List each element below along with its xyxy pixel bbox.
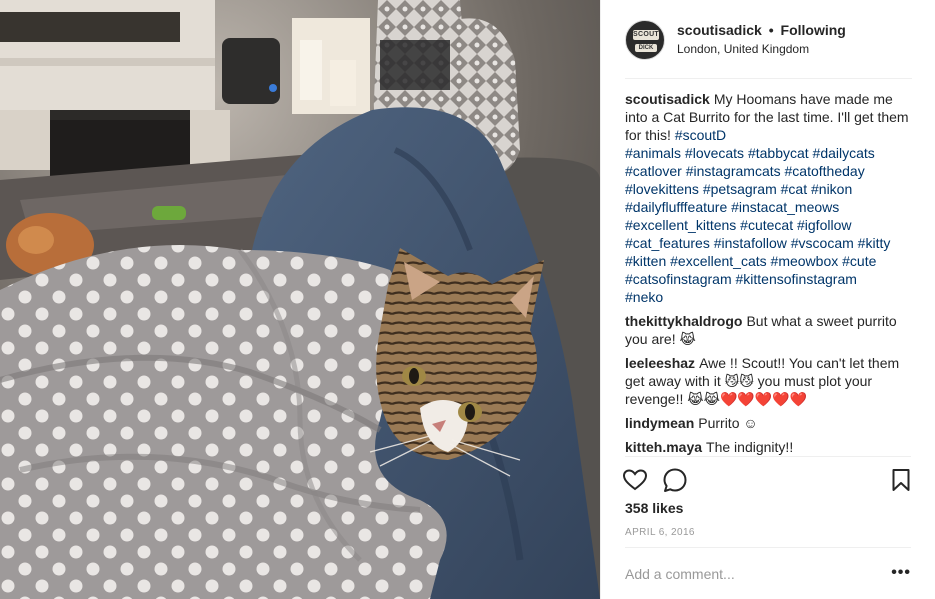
following-button[interactable]: Following [781,22,846,38]
avatar[interactable]: SCOUT DICK [625,19,665,60]
bookmark-icon[interactable] [887,466,915,494]
comment-username-link[interactable]: lindymean [625,415,694,431]
hashtag-line[interactable]: #lovekittens #petsagram #cat #nikon [625,180,917,198]
caption-username-link[interactable]: scoutisadick [625,91,710,107]
post-header: SCOUT DICK scoutisadick • Following Lond… [601,0,935,79]
hashtag-line[interactable]: #cat_features #instafollow #vscocam #kit… [625,234,917,252]
header-divider [625,78,912,79]
action-bar [621,466,917,494]
header-top-line: scoutisadick • Following [677,21,846,39]
header-text: scoutisadick • Following London, United … [677,21,846,58]
hashtag-line[interactable]: #neko [625,288,917,306]
comment-text: Purrito ☺ [698,415,758,431]
hashtag-line[interactable]: #catlover #instagramcats #catoftheday [625,162,917,180]
comment-username-link[interactable]: kitteh.maya [625,439,702,455]
header-username-link[interactable]: scoutisadick [677,22,762,38]
instagram-post: SCOUT DICK scoutisadick • Following Lond… [0,0,935,599]
post-date[interactable]: APRIL 6, 2016 [625,527,695,538]
comment-item: lindymean Purrito ☺ [625,414,917,432]
actions-divider [625,456,911,457]
caption-first-tag[interactable]: #scoutD [675,127,726,143]
location-link[interactable]: London, United Kingdom [677,40,846,58]
avatar-text-top: SCOUT [633,29,659,40]
comment-username-link[interactable]: leeleeshaz [625,355,695,371]
hashtag-line[interactable]: #excellent_kittens #cutecat #igfollow [625,216,917,234]
comment-icon[interactable] [661,466,689,494]
hashtag-line[interactable]: #kitten #excellent_cats #meowbox #cute [625,252,917,270]
comment-item: leeleeshaz Awe !! Scout!! You can't let t… [625,354,917,408]
add-comment-section: ••• [625,547,911,599]
comment-username-link[interactable]: thekittykhaldrogo [625,313,742,329]
more-options-button[interactable]: ••• [891,565,911,581]
avatar-text-bottom: DICK [635,43,657,52]
hashtag-line[interactable]: #catsofinstagram #kittensofinstagram [625,270,917,288]
comment-item: thekittykhaldrogo But what a sweet purrit… [625,312,917,348]
heart-icon[interactable] [621,466,649,494]
post-photo[interactable] [0,0,600,599]
add-comment-input[interactable] [625,565,885,582]
likes-count[interactable]: 358 likes [625,500,683,516]
caption: scoutisadick My Hoomans have made me into… [625,90,917,306]
comment-item: kitteh.maya The indignity!! [625,438,917,456]
comments-list: scoutisadick My Hoomans have made me into… [625,90,917,462]
cat-burrito-photo [0,0,600,599]
comment-text: The indignity!! [706,439,794,455]
hashtag-line[interactable]: #dailyflufffeature #instacat_meows [625,198,917,216]
header-separator: • [768,22,774,38]
hashtag-line[interactable]: #animals #lovecats #tabbycat #dailycats [625,144,917,162]
post-details-panel: SCOUT DICK scoutisadick • Following Lond… [600,0,935,599]
